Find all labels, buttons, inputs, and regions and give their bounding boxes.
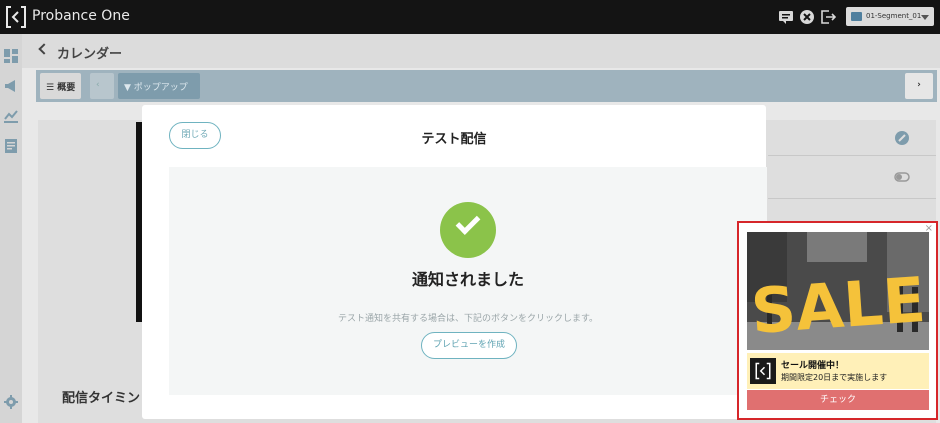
next-button[interactable]: › <box>905 73 933 99</box>
monitor-icon <box>851 12 862 21</box>
sale-banner-image: SALE <box>747 232 929 350</box>
overview-label: 概要 <box>57 83 76 93</box>
prev-button[interactable]: ‹ <box>90 73 114 99</box>
funnel-icon: ▼ <box>124 83 134 93</box>
popup-heading: セール開催中！ <box>781 361 845 371</box>
page-header: カレンダー <box>22 34 940 68</box>
popup-tab-label: ポップアップ <box>133 83 188 93</box>
toolbar: ☰ 概要 ‹ ▼ ポップアップ › <box>36 70 937 102</box>
segment-selector[interactable]: 01-Segment_01 <box>846 7 934 26</box>
success-description: テスト通知を共有する場合は、下記のボタンをクリックします。 <box>337 314 599 324</box>
sidebar <box>0 34 22 423</box>
success-title: 通知されました <box>411 270 524 289</box>
edit-icon[interactable] <box>894 130 910 146</box>
create-preview-button[interactable]: プレビューを作成 <box>421 332 517 359</box>
dashboard-icon[interactable] <box>3 48 19 64</box>
prev-label: ‹ <box>96 80 100 90</box>
back-arrow-icon[interactable] <box>38 43 50 55</box>
chat-icon[interactable] <box>778 9 794 25</box>
delivery-timing-heading: 配信タイミン <box>62 391 141 406</box>
brand-logo-icon <box>750 358 776 384</box>
probance-logo <box>6 6 26 28</box>
sale-text: SALE <box>749 263 928 348</box>
test-delivery-modal: 閉じる テスト配信 通知されました テスト通知を共有する場合は、下記のボタンをク… <box>142 105 767 419</box>
check-button[interactable]: チェック <box>747 390 929 410</box>
page-title: カレンダー <box>57 47 123 62</box>
popup-info-bar: セール開催中！ 期間限定20日まで実施します <box>747 353 929 389</box>
close-circle-icon[interactable] <box>799 9 815 25</box>
app-title: Probance One <box>32 8 130 24</box>
popup-tab[interactable]: ▼ ポップアップ <box>118 73 200 99</box>
modal-title: テスト配信 <box>421 132 487 147</box>
divider <box>768 155 936 156</box>
gear-icon[interactable] <box>3 394 19 410</box>
success-check-icon <box>440 202 496 258</box>
logout-icon[interactable] <box>820 9 836 25</box>
toggle-icon[interactable] <box>894 169 910 185</box>
modal-body: 通知されました テスト通知を共有する場合は、下記のボタンをクリックします。 プレ… <box>169 167 767 395</box>
divider <box>768 198 936 199</box>
overview-button[interactable]: ☰ 概要 <box>40 73 82 99</box>
popup-subtext: 期間限定20日まで実施します <box>781 373 888 382</box>
check-mark <box>455 210 481 235</box>
chart-icon[interactable] <box>3 108 19 124</box>
segment-label: 01-Segment_01 <box>866 12 922 20</box>
top-bar: Probance One 01-Segment_01 <box>0 0 940 34</box>
next-label: › <box>917 80 921 90</box>
megaphone-icon[interactable] <box>3 78 19 94</box>
chevron-down-icon <box>921 15 929 20</box>
popup-preview: × SALE セール開催中！ 期間限定20日まで実施します チェック <box>737 221 938 420</box>
street-scene-image: SALE <box>747 232 929 350</box>
list-icon: ☰ <box>46 83 58 93</box>
report-icon[interactable] <box>3 138 19 154</box>
